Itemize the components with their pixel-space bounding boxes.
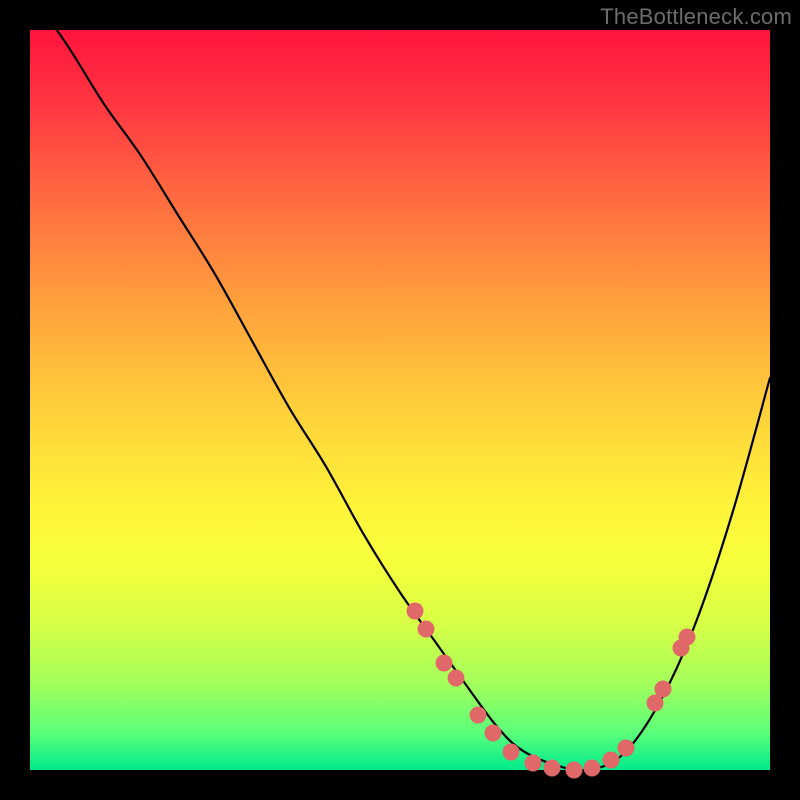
curve-marker xyxy=(525,754,542,771)
curve-marker xyxy=(436,654,453,671)
curve-marker xyxy=(565,762,582,779)
attribution-text: TheBottleneck.com xyxy=(600,4,792,30)
curve-marker xyxy=(654,680,671,697)
plot-area xyxy=(30,30,770,770)
curve-marker xyxy=(417,621,434,638)
curve-marker xyxy=(602,752,619,769)
curve-marker xyxy=(584,759,601,776)
bottleneck-curve xyxy=(30,30,770,770)
curve-marker xyxy=(679,628,696,645)
curve-marker xyxy=(484,725,501,742)
curve-marker xyxy=(469,706,486,723)
curve-marker xyxy=(406,602,423,619)
curve-marker xyxy=(447,669,464,686)
curve-marker xyxy=(647,695,664,712)
curve-marker xyxy=(543,759,560,776)
chart-frame: TheBottleneck.com xyxy=(0,0,800,800)
curve-marker xyxy=(617,739,634,756)
curve-marker xyxy=(503,743,520,760)
